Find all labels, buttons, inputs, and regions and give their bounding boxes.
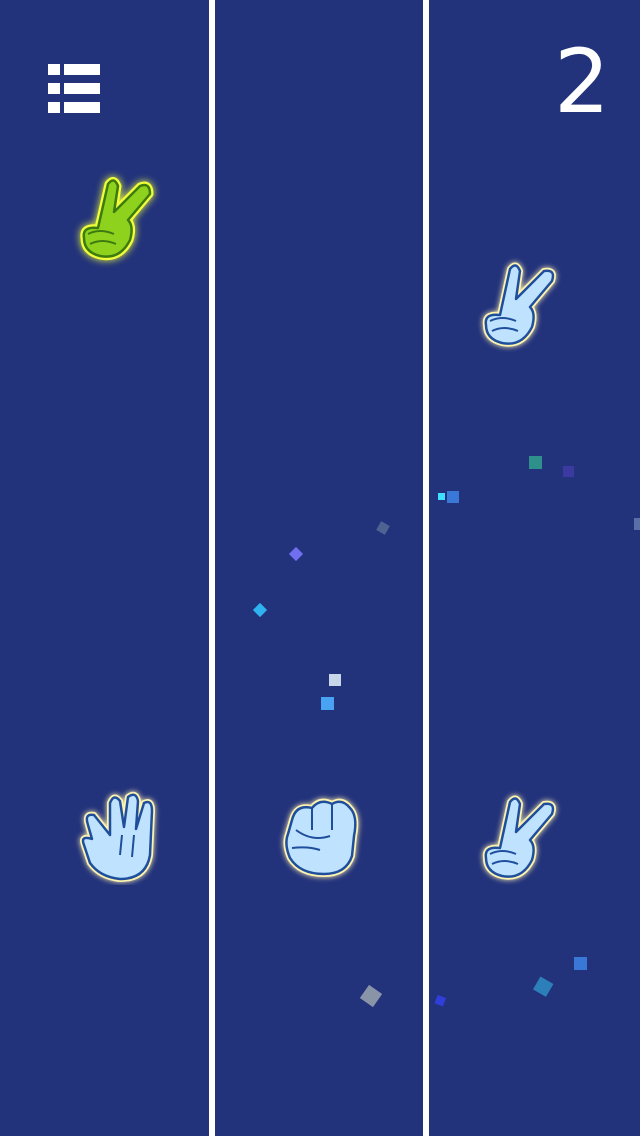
- choice-rock-button[interactable]: [272, 786, 372, 886]
- confetti-piece: [529, 456, 542, 469]
- paper-hand-icon: [80, 791, 155, 882]
- scissors-hand-icon: [482, 795, 556, 880]
- lane-divider-left: [209, 0, 215, 1136]
- choice-scissors-button[interactable]: [470, 788, 570, 888]
- confetti-piece: [438, 493, 445, 500]
- confetti-piece: [329, 674, 341, 686]
- confetti-piece: [434, 994, 447, 1007]
- menu-button[interactable]: [44, 60, 104, 118]
- confetti-piece: [321, 697, 334, 710]
- confetti-piece: [447, 491, 459, 503]
- confetti-piece: [252, 602, 268, 618]
- list-menu-icon: [48, 64, 100, 113]
- scissors-hand-icon: [482, 262, 556, 347]
- scissors-hand-icon: [80, 177, 154, 261]
- confetti-piece: [359, 984, 383, 1008]
- game-board: 2: [0, 0, 640, 1136]
- confetti-piece: [376, 521, 390, 535]
- choice-paper-button[interactable]: [70, 785, 170, 885]
- confetti-piece: [563, 466, 574, 477]
- target-hand-scissors-right: [470, 255, 570, 355]
- confetti-piece: [532, 976, 554, 997]
- score-counter: 2: [554, 30, 610, 133]
- confetti-piece: [574, 957, 587, 970]
- confetti-piece: [634, 518, 640, 530]
- lane-divider-right: [423, 0, 429, 1136]
- confetti-piece: [288, 546, 304, 562]
- target-hand-scissors-left: [68, 168, 168, 268]
- rock-hand-icon: [283, 798, 359, 877]
